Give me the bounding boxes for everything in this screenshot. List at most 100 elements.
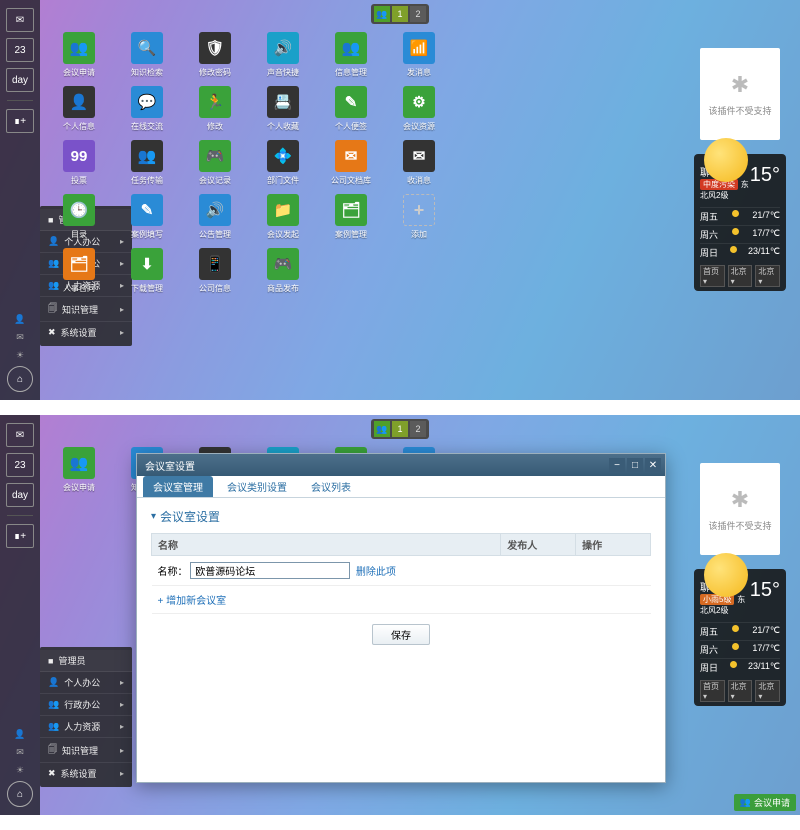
app-row: 👥会议申请 🔍知识检索 🛡修改密码 🔊声音快捷 👥信息管理 📶发消息 (58, 32, 440, 78)
pager-page-2[interactable]: 2 (410, 421, 426, 437)
app-icon[interactable]: 🗂人事合同 (58, 248, 100, 294)
app-icon[interactable]: 👥信息管理 (330, 32, 372, 78)
app-icon[interactable]: ✉公司文档库 (330, 140, 372, 186)
weather-widget[interactable]: 聊城 晴 小雨5级 东北风2级 15° 周五21/7℃ 周六17/7℃ 周日23… (694, 569, 786, 706)
app-label: 目录 (71, 229, 87, 240)
app-icon[interactable]: 🕒目录 (58, 194, 100, 240)
status-msg-icon[interactable]: ✉ (10, 330, 30, 344)
app-tile-icon: 🎮 (199, 140, 231, 172)
pager-icon[interactable]: 👥 (374, 6, 390, 22)
delete-link[interactable]: 删除此项 (356, 567, 396, 578)
desktop-panel-2: 👥 1 2 ✉ 23 day ∎+ 👤 ✉ ☀ ⌂ 👥会议申请🔍知识检索🛡修改密… (0, 415, 800, 815)
pager-page-1[interactable]: 1 (392, 421, 408, 437)
mail-icon[interactable]: ✉ (6, 423, 34, 447)
pager-page-2[interactable]: 2 (410, 6, 426, 22)
menu-item-hr[interactable]: 👥人力资源▸ (40, 716, 132, 738)
app-icon[interactable]: 📱公司信息 (194, 248, 236, 294)
weather-select-city2[interactable]: 北京▾ (755, 265, 780, 287)
app-label: 个人收藏 (267, 121, 299, 132)
window-max-button[interactable]: □ (627, 458, 643, 472)
forecast-day: 周六 (700, 228, 718, 241)
forecast-range: 21/7℃ (752, 625, 780, 638)
weather-select-city1[interactable]: 北京▾ (728, 680, 753, 702)
day-icon[interactable]: day (6, 483, 34, 507)
pager-page-1[interactable]: 1 (392, 6, 408, 22)
menu-item-settings[interactable]: ✖系统设置▸ (40, 322, 132, 343)
app-icon[interactable]: ✎案例填写 (126, 194, 168, 240)
app-icon[interactable]: +添加 (398, 194, 440, 240)
app-icon[interactable]: 🔊声音快捷 (262, 32, 304, 78)
window-close-button[interactable]: ✕ (645, 458, 661, 472)
app-icon[interactable]: 🛡修改密码 (194, 32, 236, 78)
corner-meeting-badge[interactable]: 👥 会议申请 (734, 794, 796, 811)
app-icon[interactable]: 🎮会议记录 (194, 140, 236, 186)
app-icon[interactable]: 📇个人收藏 (262, 86, 304, 132)
forecast-day: 周日 (700, 661, 718, 674)
app-icon[interactable]: ⬇下载管理 (126, 248, 168, 294)
status-user-icon[interactable]: 👤 (10, 727, 30, 741)
app-label: 个人信息 (63, 121, 95, 132)
app-icon[interactable]: 🎮商品发布 (262, 248, 304, 294)
start-menu-header[interactable]: ■管理员 (40, 650, 132, 672)
window-min-button[interactable]: − (609, 458, 625, 472)
forecast-day: 周日 (700, 246, 718, 259)
menu-item-admin[interactable]: 👥行政办公▸ (40, 694, 132, 716)
app-label: 知识检索 (131, 67, 163, 78)
tab-category[interactable]: 会议类别设置 (217, 476, 297, 497)
app-tile-icon: ✉ (403, 140, 435, 172)
app-icon[interactable]: 👥任务传输 (126, 140, 168, 186)
app-icon[interactable]: 💠部门文件 (262, 140, 304, 186)
app-icon[interactable]: 👥会议申请 (58, 447, 100, 493)
add-tile-icon[interactable]: ∎+ (6, 524, 34, 548)
status-user-icon[interactable]: 👤 (10, 312, 30, 326)
app-icon[interactable]: 👤个人信息 (58, 86, 100, 132)
weather-select-home[interactable]: 首页▾ (700, 680, 725, 702)
calendar-icon[interactable]: 23 (6, 453, 34, 477)
menu-item-personal[interactable]: 👤个人办公▸ (40, 672, 132, 694)
app-icon[interactable]: ✉收消息 (398, 140, 440, 186)
app-icon[interactable]: ⚙会议资源 (398, 86, 440, 132)
app-icon[interactable]: 📁会议发起 (262, 194, 304, 240)
weather-select-city1[interactable]: 北京▾ (728, 265, 753, 287)
left-sidebar: ✉ 23 day ∎+ 👤 ✉ ☀ ⌂ (0, 0, 40, 400)
app-icon[interactable]: 📶发消息 (398, 32, 440, 78)
add-tile-icon[interactable]: ∎+ (6, 109, 34, 133)
menu-item-settings[interactable]: ✖系统设置▸ (40, 763, 132, 784)
add-room-link[interactable]: + 增加新会议室 (158, 596, 227, 607)
app-icon[interactable]: 🏃修改 (194, 86, 236, 132)
status-msg-icon[interactable]: ✉ (10, 745, 30, 759)
mail-icon[interactable]: ✉ (6, 8, 34, 32)
save-button[interactable]: 保存 (372, 624, 430, 645)
app-tile-icon: 🏃 (199, 86, 231, 118)
tab-list[interactable]: 会议列表 (301, 476, 361, 497)
calendar-icon[interactable]: 23 (6, 38, 34, 62)
app-tile-icon: 99 (63, 140, 95, 172)
app-icon[interactable]: ✎个人便签 (330, 86, 372, 132)
menu-item-knowledge[interactable]: 🗐知识管理▸ (40, 297, 132, 322)
app-icon[interactable]: 💬在线交流 (126, 86, 168, 132)
col-name: 名称 (152, 534, 501, 556)
room-name-input[interactable] (190, 562, 350, 579)
weather-widget[interactable]: 聊城 晴 中度污染 东北风2级 15° 周五21/7℃ 周六17/7℃ 周日23… (694, 154, 786, 291)
status-sun-icon[interactable]: ☀ (10, 763, 30, 777)
tab-room-manage[interactable]: 会议室管理 (143, 476, 213, 497)
app-icon[interactable]: 👥会议申请 (58, 32, 100, 78)
app-tile-icon: 💠 (267, 140, 299, 172)
app-icon[interactable]: 99投票 (58, 140, 100, 186)
pager-icon[interactable]: 👥 (374, 421, 390, 437)
weather-select-city2[interactable]: 北京▾ (755, 680, 780, 702)
weather-select-home[interactable]: 首页▾ (700, 265, 725, 287)
home-button[interactable]: ⌂ (7, 366, 33, 392)
menu-item-knowledge[interactable]: 🗐知识管理▸ (40, 738, 132, 763)
window-titlebar[interactable]: 会议室设置 − □ ✕ (137, 454, 665, 476)
app-label: 修改密码 (199, 67, 231, 78)
app-icon[interactable]: 🔍知识检索 (126, 32, 168, 78)
home-button[interactable]: ⌂ (7, 781, 33, 807)
table-row: 名称： 删除此项 (152, 556, 651, 586)
app-tile-icon: 👥 (63, 32, 95, 64)
app-icon[interactable]: 🔊公告管理 (194, 194, 236, 240)
app-label: 案例管理 (335, 229, 367, 240)
day-icon[interactable]: day (6, 68, 34, 92)
status-sun-icon[interactable]: ☀ (10, 348, 30, 362)
app-icon[interactable]: 🗂案例管理 (330, 194, 372, 240)
